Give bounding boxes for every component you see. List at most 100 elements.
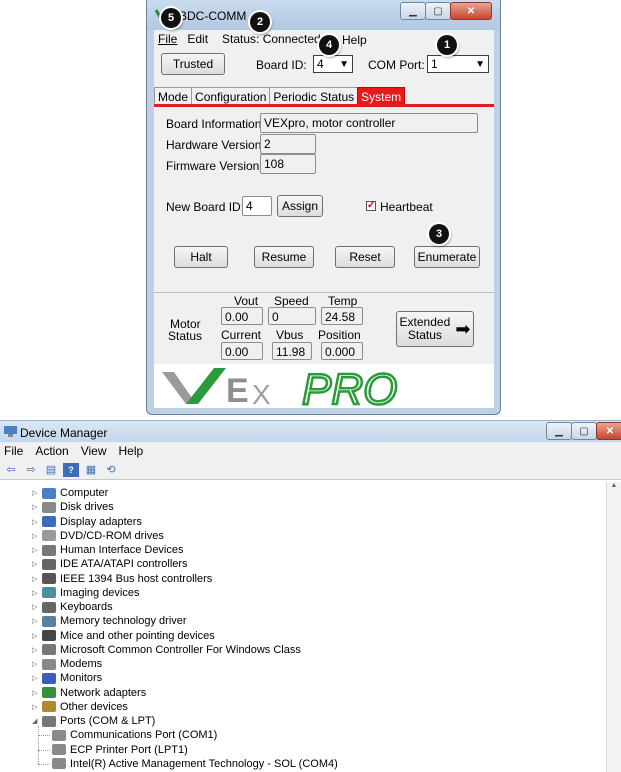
svg-text:PRO: PRO	[302, 365, 397, 408]
expand-arrow-icon[interactable]: ▷	[32, 532, 42, 540]
tree-connector	[38, 735, 50, 737]
extended-status-text: Extended Status	[400, 316, 451, 342]
device-category[interactable]: ▷ DVD/CD-ROM drives	[32, 529, 164, 543]
device-category[interactable]: ▷ Microsoft Common Controller For Windows…	[32, 643, 301, 657]
device-category[interactable]: ▷ IDE ATA/ATAPI controllers	[32, 557, 188, 571]
close-button[interactable]: ✕	[450, 2, 492, 20]
expand-arrow-icon[interactable]: ▷	[32, 703, 42, 711]
expand-arrow-icon[interactable]: ▷	[32, 632, 42, 640]
device-category[interactable]: ▷ Computer	[32, 486, 108, 500]
com-port-select[interactable]: 1 ▼	[427, 55, 489, 73]
resume-button[interactable]: Resume	[254, 246, 314, 268]
disk-icon	[42, 501, 56, 513]
expand-arrow-icon[interactable]: ▷	[32, 617, 42, 625]
expand-arrow-icon[interactable]: ▷	[32, 660, 42, 668]
maximize-button[interactable]: ▢	[425, 2, 451, 20]
expand-arrow-icon[interactable]: ▷	[32, 689, 42, 697]
expand-arrow-icon[interactable]: ▷	[32, 575, 42, 583]
heartbeat-checkbox[interactable]: ✓	[366, 201, 376, 211]
menu-file[interactable]: File	[158, 31, 177, 47]
tree-connector	[38, 726, 39, 764]
memory-icon	[42, 615, 56, 627]
back-icon[interactable]: ⇦	[3, 463, 19, 477]
device-category[interactable]: ▷ IEEE 1394 Bus host controllers	[32, 572, 212, 586]
dm-title-bar[interactable]: Device Manager ▁ ▢ ✕	[0, 420, 621, 442]
dm-menu-help[interactable]: Help	[119, 444, 144, 458]
new-board-id-input[interactable]: 4	[242, 196, 272, 216]
motor-status-label-line2: Status	[168, 329, 203, 343]
port-device[interactable]: Intel(R) Active Management Technology - …	[52, 757, 338, 771]
scroll-up-arrow-icon[interactable]: ▲	[607, 482, 621, 494]
enumerate-button[interactable]: Enumerate	[414, 246, 480, 268]
device-category[interactable]: ▷ Monitors	[32, 671, 102, 685]
tab-configuration[interactable]: Configuration	[191, 87, 271, 105]
menu-edit[interactable]: Edit	[187, 31, 208, 47]
show-hide-icon[interactable]: ▤	[43, 463, 59, 477]
minimize-button[interactable]: ▁	[400, 2, 426, 20]
dm-maximize-button[interactable]: ▢	[571, 422, 597, 440]
device-category[interactable]: ▷ Network adapters	[32, 686, 146, 700]
device-category-label: IEEE 1394 Bus host controllers	[60, 572, 213, 585]
dm-menu-action[interactable]: Action	[35, 444, 68, 458]
trusted-button[interactable]: Trusted	[161, 53, 225, 75]
device-category[interactable]: ▷ Human Interface Devices	[32, 543, 184, 557]
vertical-scrollbar[interactable]: ▲	[606, 482, 621, 772]
expand-arrow-icon[interactable]: ▷	[32, 603, 42, 611]
halt-button[interactable]: Halt	[174, 246, 228, 268]
dm-menu-bar: File Action View Help	[0, 442, 621, 460]
title-bar[interactable]: BDC-COMM ▁ ▢ ✕	[147, 0, 500, 30]
dm-minimize-button[interactable]: ▁	[546, 422, 572, 440]
device-category[interactable]: ▷ Disk drives	[32, 500, 114, 514]
board-id-label: Board ID:	[256, 58, 307, 72]
expand-arrow-icon[interactable]: ▷	[32, 518, 42, 526]
com-port-value: 1	[431, 57, 438, 71]
extended-status-button[interactable]: Extended Status ➡	[396, 311, 474, 347]
callout-3: 3	[429, 224, 449, 244]
device-category[interactable]: ▷ Other devices	[32, 700, 128, 714]
collapse-arrow-icon[interactable]: ◢	[32, 717, 42, 725]
menu-help[interactable]: Help	[342, 32, 367, 48]
expand-arrow-icon[interactable]: ▷	[32, 646, 42, 654]
device-manager-window: Device Manager ▁ ▢ ✕ File Action View He…	[0, 420, 621, 772]
device-category[interactable]: ◢ Ports (COM & LPT)	[32, 714, 155, 728]
dm-close-button[interactable]: ✕	[596, 422, 621, 440]
tab-system[interactable]: System	[357, 87, 406, 105]
speed-field: 0	[268, 307, 316, 325]
device-category[interactable]: ▷ Display adapters	[32, 515, 142, 529]
vout-label: Vout	[234, 294, 259, 308]
device-category-label: IDE ATA/ATAPI controllers	[60, 558, 188, 571]
assign-button[interactable]: Assign	[277, 195, 323, 217]
expand-arrow-icon[interactable]: ▷	[32, 674, 42, 682]
ieee-icon	[42, 573, 56, 584]
device-category[interactable]: ▷ Keyboards	[32, 600, 113, 614]
callout-4: 4	[319, 35, 339, 55]
dm-menu-file[interactable]: File	[4, 444, 23, 458]
device-category[interactable]: ▷ Mice and other pointing devices	[32, 629, 215, 643]
port-device-label: ECP Printer Port (LPT1)	[70, 743, 188, 756]
expand-arrow-icon[interactable]: ▷	[32, 560, 42, 568]
help-icon[interactable]: ?	[63, 462, 79, 477]
board-info-field: VEXpro, motor controller	[260, 113, 478, 133]
scan-hardware-icon[interactable]: ⟲	[103, 463, 119, 477]
board-id-select[interactable]: 4 ▼	[313, 55, 353, 73]
tab-underline	[154, 104, 494, 107]
device-category-label: Network adapters	[60, 686, 147, 699]
hardware-version-label: Hardware Version:	[166, 138, 265, 152]
expand-arrow-icon[interactable]: ▷	[32, 503, 42, 511]
reset-button[interactable]: Reset	[335, 246, 395, 268]
properties-icon[interactable]: ▦	[83, 463, 99, 477]
dm-menu-view[interactable]: View	[81, 444, 107, 458]
port-device[interactable]: Communications Port (COM1)	[52, 728, 217, 742]
svg-text:X: X	[252, 379, 271, 408]
tab-mode[interactable]: Mode	[154, 87, 193, 105]
device-category[interactable]: ▷ Modems	[32, 657, 102, 671]
forward-icon[interactable]: ⇨	[23, 463, 39, 477]
expand-arrow-icon[interactable]: ▷	[32, 489, 42, 497]
expand-arrow-icon[interactable]: ▷	[32, 546, 42, 554]
device-category[interactable]: ▷ Imaging devices	[32, 586, 140, 600]
port-device[interactable]: ECP Printer Port (LPT1)	[52, 743, 188, 757]
expand-arrow-icon[interactable]: ▷	[32, 589, 42, 597]
device-category[interactable]: ▷ Memory technology driver	[32, 614, 187, 628]
firmware-version-label: Firmware Version:	[166, 159, 263, 173]
tab-periodic-status[interactable]: Periodic Status	[269, 87, 359, 105]
